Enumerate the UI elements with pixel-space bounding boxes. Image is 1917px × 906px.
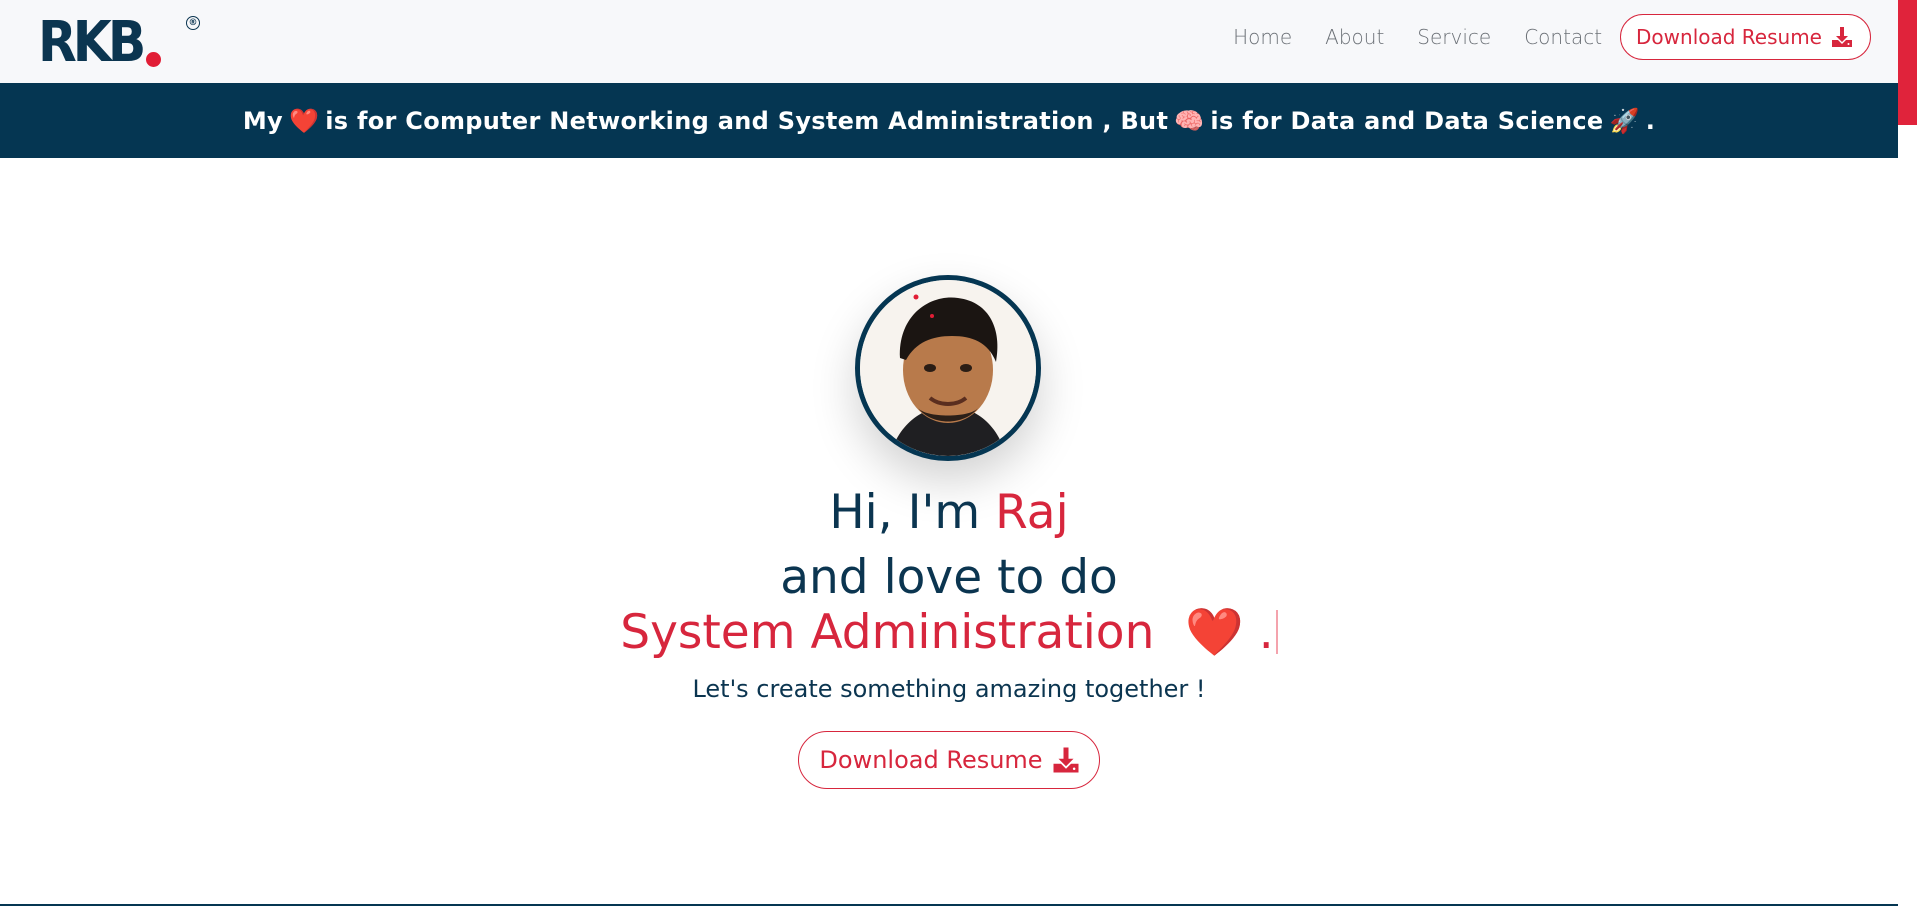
nav-service[interactable]: Service bbox=[1417, 25, 1491, 49]
hero-subtitle: and love to do bbox=[780, 550, 1118, 605]
typing-cursor bbox=[1275, 610, 1278, 654]
hero-download-resume-button[interactable]: Download Resume bbox=[798, 731, 1100, 789]
banner-text-2: is for Computer Networking and System Ad… bbox=[325, 106, 1169, 135]
site-logo[interactable]: RKB ® bbox=[38, 13, 208, 71]
typed-role: System Administration ❤️ . bbox=[0, 603, 1898, 663]
download-resume-button[interactable]: Download Resume bbox=[1620, 14, 1871, 60]
scrollbar-track[interactable] bbox=[1898, 0, 1917, 906]
scrollbar-thumb[interactable] bbox=[1898, 0, 1917, 125]
greeting-prefix: Hi, I'm bbox=[829, 485, 981, 540]
registered-mark: ® bbox=[186, 16, 200, 30]
profile-photo bbox=[860, 280, 1036, 456]
profile-avatar bbox=[855, 275, 1041, 461]
main-nav: Home About Service Contact Download Resu… bbox=[1233, 14, 1871, 60]
brain-icon: 🧠 bbox=[1174, 106, 1205, 135]
download-icon bbox=[1053, 747, 1079, 773]
hero-button-container: Download Resume bbox=[0, 731, 1898, 789]
download-icon bbox=[1832, 27, 1852, 47]
logo-dot bbox=[146, 52, 162, 67]
typed-role-text: System Administration bbox=[620, 605, 1155, 660]
nav-home[interactable]: Home bbox=[1233, 25, 1292, 49]
heart-icon: ❤️ bbox=[289, 106, 320, 135]
page: RKB ® Home About Service Contact Downloa… bbox=[0, 0, 1917, 906]
logo-text: RKB bbox=[38, 10, 146, 75]
nav-contact[interactable]: Contact bbox=[1524, 25, 1602, 49]
tagline-banner: My ❤️ is for Computer Networking and Sys… bbox=[0, 83, 1898, 158]
heart-icon: ❤️ bbox=[1185, 605, 1244, 660]
hero-tagline: Let's create something amazing together … bbox=[692, 675, 1206, 703]
typed-role-end: . bbox=[1258, 605, 1274, 660]
hero-greeting: Hi, I'm Raj bbox=[0, 483, 1898, 543]
nav-about[interactable]: About bbox=[1325, 25, 1384, 49]
banner-text-1: My bbox=[242, 106, 283, 135]
banner-text-3: is for Data and Data Science bbox=[1210, 106, 1604, 135]
rocket-icon: 🚀 bbox=[1609, 106, 1640, 135]
hero-download-label: Download Resume bbox=[819, 746, 1043, 774]
download-resume-label: Download Resume bbox=[1636, 25, 1822, 49]
hero-name: Raj bbox=[995, 485, 1069, 540]
top-navbar: RKB ® Home About Service Contact Downloa… bbox=[0, 0, 1898, 83]
banner-text-end: . bbox=[1645, 106, 1656, 135]
